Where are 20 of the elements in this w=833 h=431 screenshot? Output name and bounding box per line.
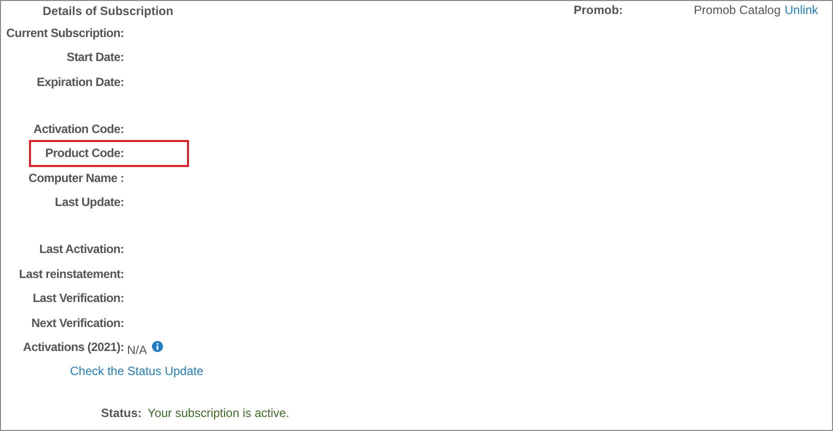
unlink-link[interactable]: Unlink	[784, 3, 818, 17]
status-update-link[interactable]: Check the Status Update	[70, 364, 204, 378]
field-label: Current Subscription:	[5, 26, 124, 41]
field-label: Activations (2021):	[22, 340, 124, 356]
status-label: Status:	[101, 406, 142, 420]
field-label: Start Date:	[66, 50, 124, 66]
field-label: Last Activation:	[38, 242, 124, 257]
field-value: N/A	[127, 342, 148, 357]
field-label: Last Verification:	[32, 291, 124, 306]
field-label: Last reinstatement:	[18, 266, 124, 282]
field-label: Product Code:	[44, 146, 124, 162]
field-label: Last Update:	[54, 195, 124, 210]
status-message: Your subscription is active.	[148, 406, 290, 420]
section-title: Details of Subscription	[42, 3, 174, 20]
field-label: Activation Code:	[32, 122, 124, 137]
field-label: Promob:	[574, 3, 623, 17]
field-label: Next Verification:	[30, 316, 124, 331]
field-label: Computer Name :	[27, 170, 124, 186]
field-label: Expiration Date:	[36, 74, 124, 90]
catalog-name: Promob Catalog	[694, 3, 781, 17]
